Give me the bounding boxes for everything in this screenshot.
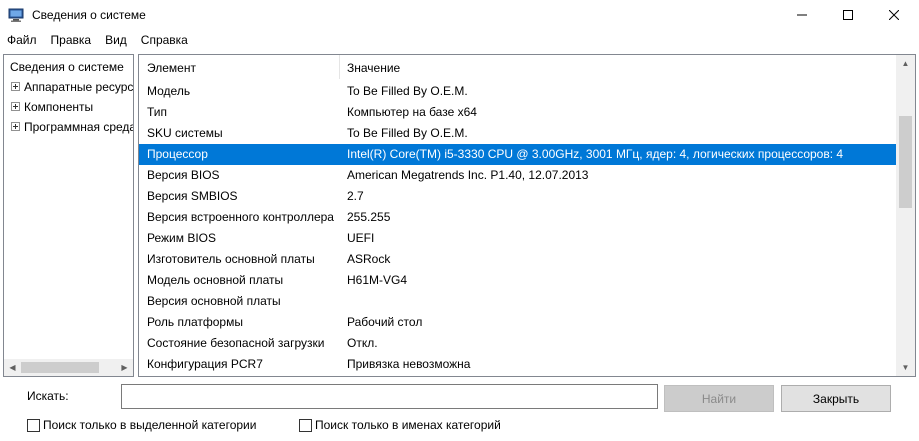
close-window-button[interactable] bbox=[871, 0, 917, 30]
row-element: Изготовитель основной платы bbox=[147, 252, 315, 266]
row-value: Откл. bbox=[347, 336, 378, 350]
expand-icon[interactable] bbox=[11, 122, 20, 132]
table-row[interactable]: Версия SMBIOS 2.7 bbox=[139, 186, 896, 207]
checkbox-icon[interactable] bbox=[27, 418, 40, 432]
row-value: 255.255 bbox=[347, 210, 391, 224]
table-row[interactable]: Роль платформы Рабочий стол bbox=[139, 312, 896, 333]
scroll-left-icon[interactable]: ◀ bbox=[4, 359, 21, 376]
tree-node-components[interactable]: Компоненты bbox=[11, 97, 93, 117]
tree-horizontal-scrollbar[interactable]: ◀ ▶ bbox=[4, 359, 133, 376]
maximize-icon bbox=[843, 10, 853, 20]
system-info-app-icon bbox=[8, 7, 24, 23]
row-value: To Be Filled By O.E.M. bbox=[347, 126, 468, 140]
close-button[interactable]: Закрыть bbox=[781, 385, 891, 412]
tree-node-label: Компоненты bbox=[24, 100, 94, 114]
scroll-up-icon[interactable]: ▲ bbox=[896, 55, 915, 72]
table-row[interactable]: Модель основной платы H61M-VG4 bbox=[139, 270, 896, 291]
row-element: Роль платформы bbox=[147, 315, 243, 329]
table-row[interactable]: Версия встроенного контроллера 255.255 bbox=[139, 207, 896, 228]
row-element: Версия SMBIOS bbox=[147, 189, 238, 203]
row-value: Рабочий стол bbox=[347, 315, 423, 329]
row-element: Модель основной платы bbox=[147, 273, 284, 287]
scroll-down-icon[interactable]: ▼ bbox=[896, 359, 915, 376]
menu-help[interactable]: Справка bbox=[134, 30, 195, 50]
table-row[interactable]: Версия BIOS American Megatrends Inc. P1.4… bbox=[139, 165, 896, 186]
scroll-right-icon[interactable]: ▶ bbox=[116, 359, 133, 376]
menu-bar: Файл Правка Вид Справка bbox=[0, 30, 919, 50]
search-category-names-checkbox[interactable]: Поиск только в именах категорий bbox=[299, 417, 501, 433]
details-list[interactable]: Элемент Значение Модель To Be Filled By O… bbox=[138, 54, 916, 377]
menu-edit[interactable]: Правка bbox=[44, 30, 99, 50]
expand-icon[interactable] bbox=[11, 82, 20, 92]
search-input[interactable] bbox=[121, 384, 658, 409]
minimize-icon bbox=[797, 14, 807, 16]
table-row[interactable]: SKU системы To Be Filled By O.E.M. bbox=[139, 123, 896, 144]
row-value: ASRock bbox=[347, 252, 391, 266]
tree-node-label: Программная среда bbox=[24, 120, 134, 134]
search-selected-category-checkbox[interactable]: Поиск только в выделенной категории bbox=[27, 417, 256, 433]
window-title: Сведения о системе bbox=[32, 8, 146, 22]
column-header-value[interactable]: Значение bbox=[339, 55, 400, 79]
scroll-thumb[interactable] bbox=[899, 116, 912, 208]
row-value: 2.7 bbox=[347, 189, 364, 203]
tree-node-label: Аппаратные ресурсы bbox=[24, 80, 134, 94]
row-value: American Megatrends Inc. P1.40, 12.07.20… bbox=[347, 168, 589, 182]
table-row[interactable]: Состояние безопасной загрузки Откл. bbox=[139, 333, 896, 354]
row-element: SKU системы bbox=[147, 126, 223, 140]
category-tree[interactable]: Сведения о системе Аппаратные ресурсы Ко… bbox=[3, 54, 134, 377]
row-value: UEFI bbox=[347, 231, 375, 245]
row-element: Конфигурация PCR7 bbox=[147, 357, 263, 371]
table-row[interactable]: Версия основной платы bbox=[139, 291, 896, 312]
table-row-selected[interactable]: Процессор Intel(R) Core(TM) i5-3330 CPU @… bbox=[139, 144, 896, 165]
row-value: Компьютер на базе x64 bbox=[347, 105, 477, 119]
expand-icon[interactable] bbox=[11, 102, 20, 112]
tree-root-system-summary[interactable]: Сведения о системе bbox=[6, 57, 132, 77]
row-element: Версия BIOS bbox=[147, 168, 220, 182]
checkbox-label: Поиск только в именах категорий bbox=[315, 418, 501, 432]
row-element: Тип bbox=[147, 105, 168, 119]
list-header: Элемент Значение bbox=[139, 55, 896, 79]
close-icon bbox=[889, 10, 899, 20]
row-value: Intel(R) Core(TM) i5-3330 CPU @ 3.00GHz,… bbox=[347, 147, 844, 161]
table-row[interactable]: Модель To Be Filled By O.E.M. bbox=[139, 81, 896, 102]
row-element: Модель bbox=[147, 84, 191, 98]
row-element: Состояние безопасной загрузки bbox=[147, 336, 325, 350]
tree-node-software[interactable]: Программная среда bbox=[11, 117, 134, 137]
row-value: H61M-VG4 bbox=[347, 273, 408, 287]
table-row[interactable]: Режим BIOS UEFI bbox=[139, 228, 896, 249]
scroll-thumb[interactable] bbox=[21, 362, 99, 373]
menu-file[interactable]: Файл bbox=[0, 30, 44, 50]
column-header-element[interactable]: Элемент bbox=[139, 55, 196, 79]
tree-node-hardware[interactable]: Аппаратные ресурсы bbox=[11, 77, 134, 97]
minimize-button[interactable] bbox=[779, 0, 825, 30]
find-button[interactable]: Найти bbox=[664, 385, 774, 412]
table-row[interactable]: Изготовитель основной платы ASRock bbox=[139, 249, 896, 270]
menu-view[interactable]: Вид bbox=[98, 30, 134, 50]
list-vertical-scrollbar[interactable]: ▲ ▼ bbox=[896, 55, 915, 376]
row-element: Версия основной платы bbox=[147, 294, 281, 308]
checkbox-icon[interactable] bbox=[299, 418, 312, 432]
row-element: Процессор bbox=[147, 147, 208, 161]
search-label: Искать: bbox=[27, 389, 69, 403]
checkbox-label: Поиск только в выделенной категории bbox=[43, 418, 257, 432]
title-bar: Сведения о системе bbox=[0, 0, 919, 30]
maximize-button[interactable] bbox=[825, 0, 871, 30]
row-element: Режим BIOS bbox=[147, 231, 217, 245]
row-value: To Be Filled By O.E.M. bbox=[347, 84, 468, 98]
table-row[interactable]: Тип Компьютер на базе x64 bbox=[139, 102, 896, 123]
row-value: Привязка невозможна bbox=[347, 357, 471, 371]
row-element: Версия встроенного контроллера bbox=[147, 210, 334, 224]
table-row[interactable]: Конфигурация PCR7 Привязка невозможна bbox=[139, 354, 896, 375]
